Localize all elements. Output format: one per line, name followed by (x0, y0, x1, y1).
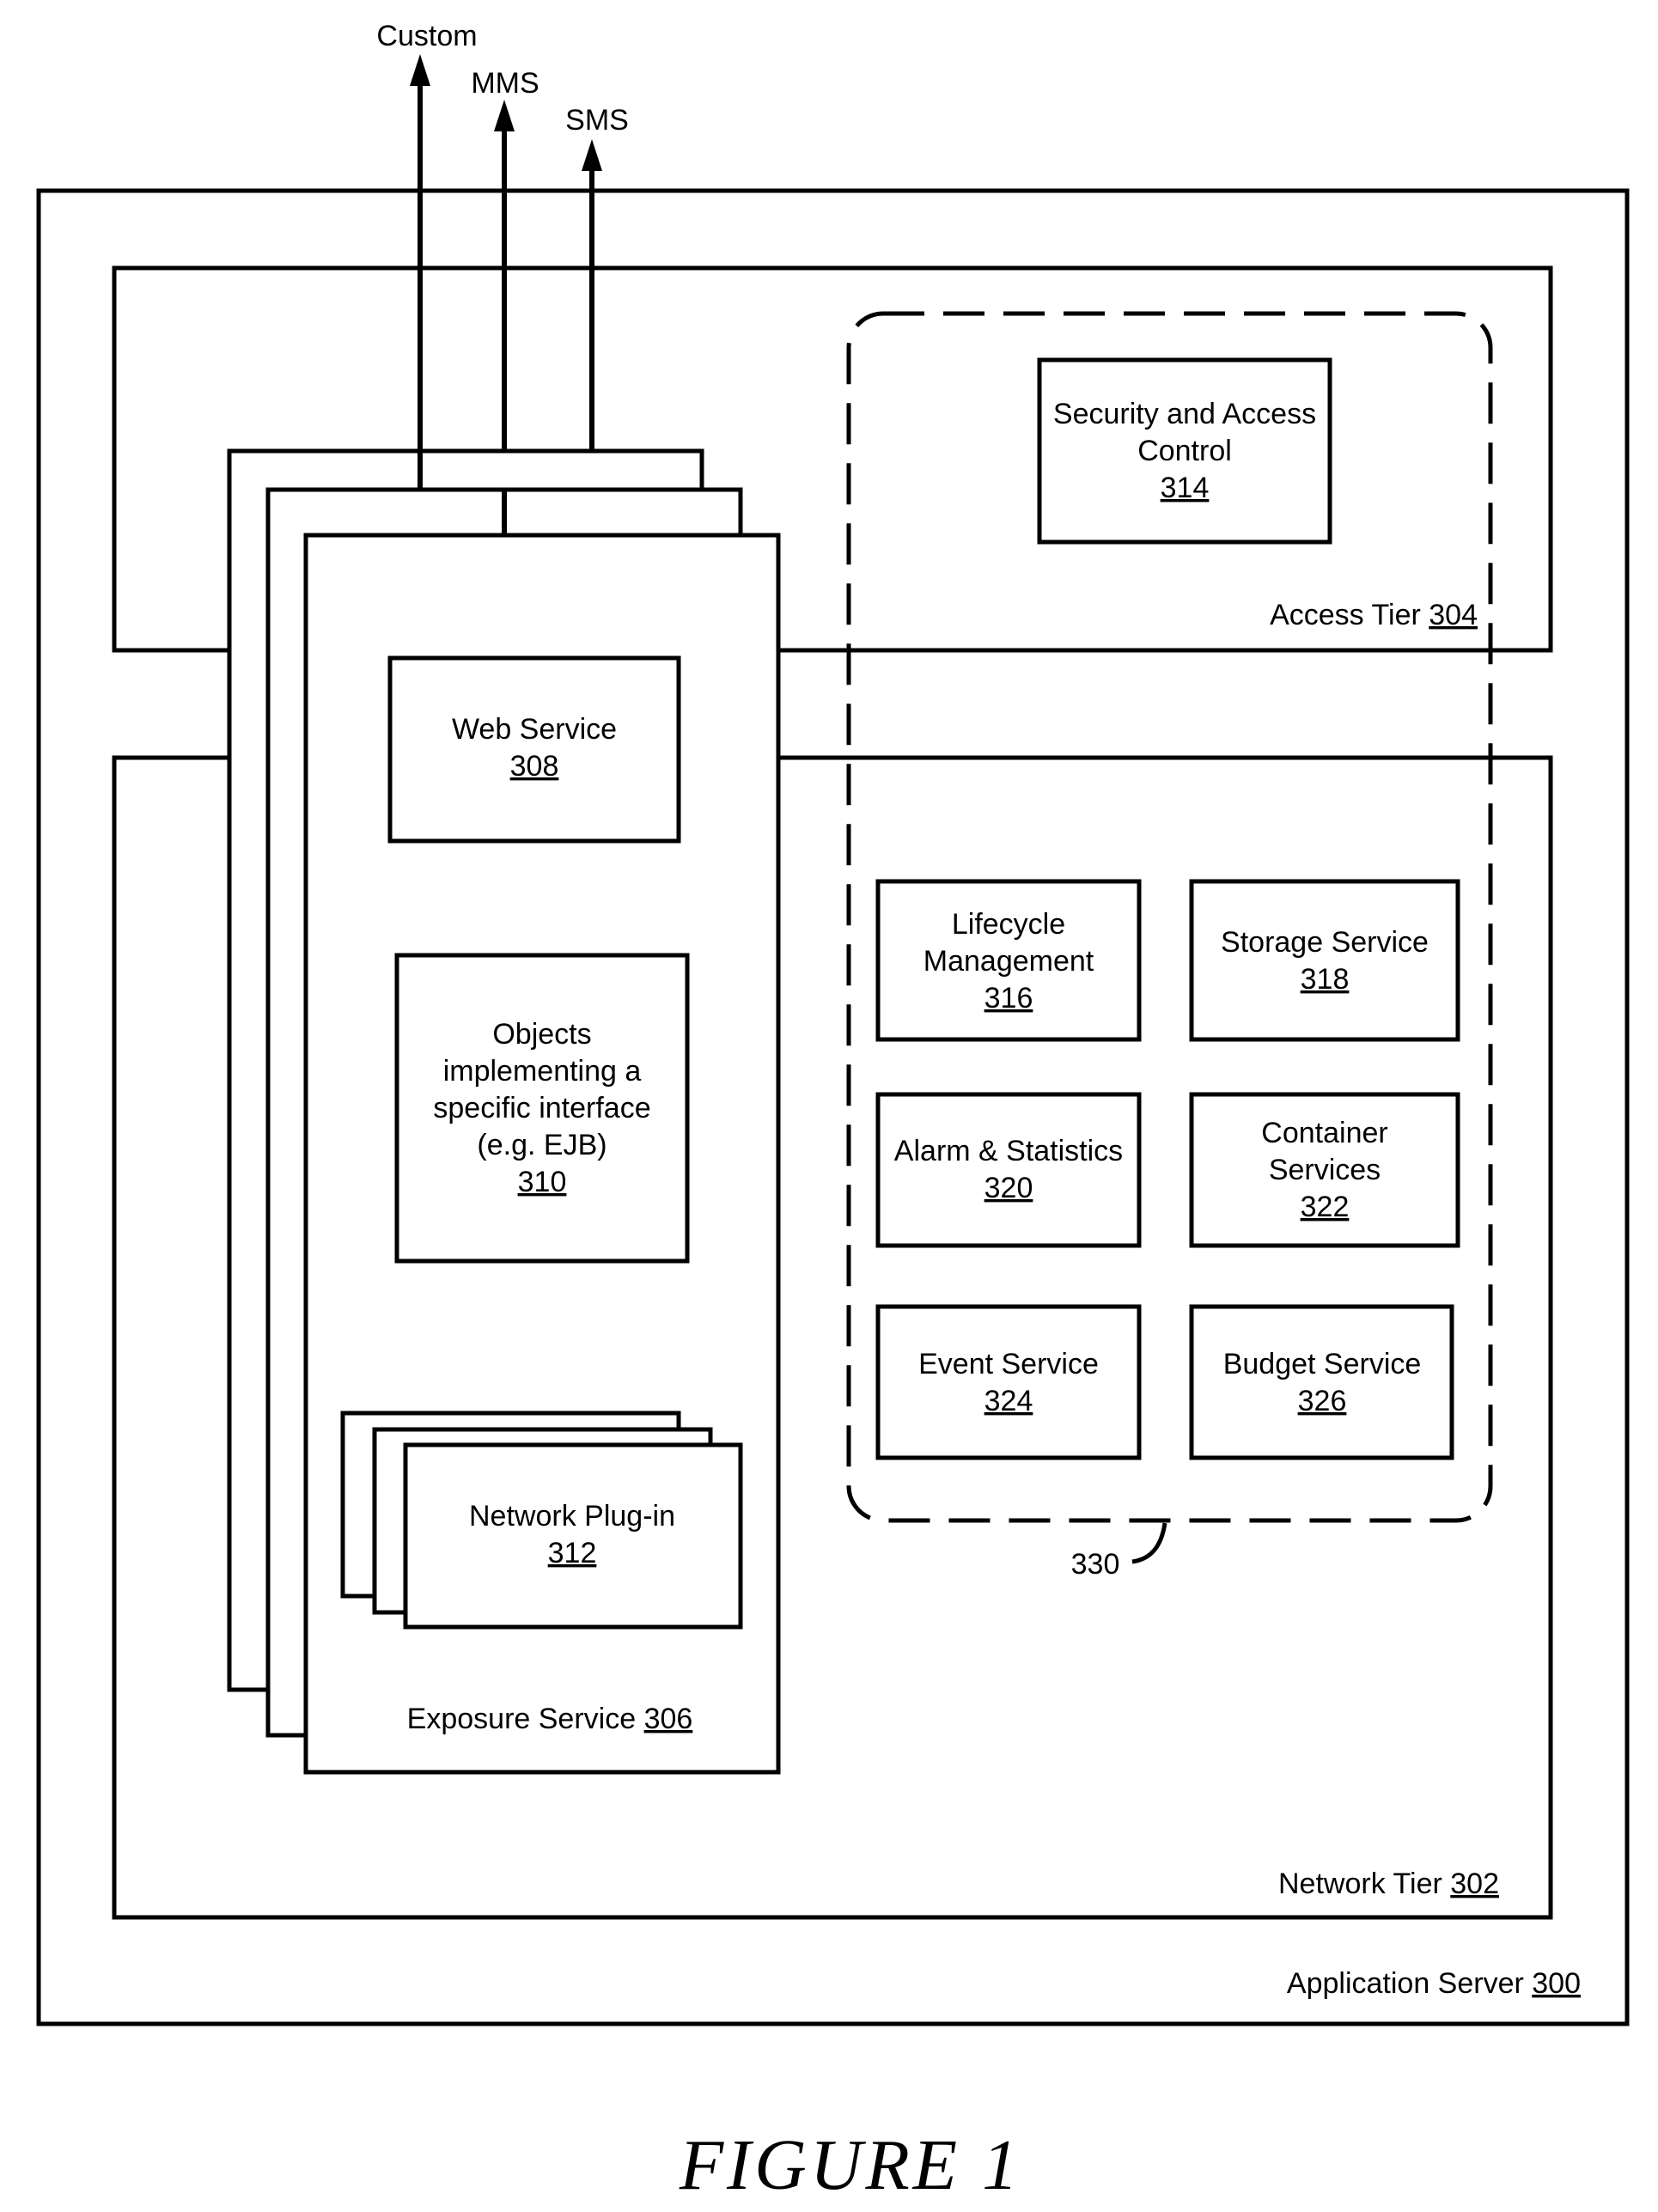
network-plugin-ref: 312 (548, 1537, 597, 1569)
objects-ref: 310 (518, 1166, 567, 1198)
network-plugin-box-front (403, 1442, 743, 1630)
event-service-ref: 324 (984, 1385, 1033, 1417)
lifecycle-label-line-2: Management (923, 945, 1094, 978)
application-server-label-text: Application Server (1287, 1967, 1532, 2000)
architecture-diagram: Custom MMS SMS Web Service 308 Objects i… (36, 20, 1630, 2205)
access-tier-ref: 304 (1429, 599, 1478, 631)
service-lifecycle-316: Lifecycle Management 316 (875, 879, 1142, 1042)
objects-label-line-4: (e.g. EJB) (477, 1129, 607, 1161)
security-ref: 314 (1161, 472, 1210, 504)
service-alarm-statistics-320: Alarm & Statistics 320 (875, 1092, 1142, 1248)
service-event-324: Event Service 324 (875, 1304, 1142, 1460)
mms-output-label: MMS (471, 67, 539, 100)
sms-arrowhead-icon (582, 139, 602, 171)
application-server-label: Application Server 300 (1287, 1967, 1581, 2000)
objects-label-line-2: implementing a (443, 1055, 642, 1088)
custom-output-label: Custom (376, 20, 477, 52)
application-server-ref: 300 (1532, 1967, 1581, 2000)
storage-ref: 318 (1301, 963, 1350, 996)
service-container-322: Container Services 322 (1189, 1092, 1460, 1248)
container-ref: 322 (1301, 1191, 1350, 1223)
event-service-box (875, 1304, 1142, 1460)
exposure-service-label-text: Exposure Service (407, 1703, 644, 1735)
budget-service-label: Budget Service (1223, 1348, 1422, 1380)
network-tier-ref: 302 (1450, 1868, 1499, 1900)
network-plugin-312: Network Plug-in 312 (340, 1411, 743, 1630)
storage-label: Storage Service (1221, 926, 1429, 959)
web-service-308: Web Service 308 (387, 655, 681, 844)
objects-310: Objects implementing a specific interfac… (394, 953, 690, 1264)
budget-service-box (1189, 1304, 1454, 1460)
network-plugin-label: Network Plug-in (469, 1500, 675, 1533)
objects-label-line-3: specific interface (433, 1092, 650, 1124)
lifecycle-ref: 316 (984, 982, 1033, 1015)
alarm-statistics-label: Alarm & Statistics (894, 1135, 1123, 1167)
security-label-line-2: Control (1137, 435, 1232, 467)
security-label-line-1: Security and Access (1053, 398, 1316, 430)
lifecycle-label-line-1: Lifecycle (952, 908, 1065, 941)
service-storage-318: Storage Service 318 (1189, 879, 1460, 1042)
container-label-line-1: Container (1261, 1117, 1387, 1149)
network-tier-label: Network Tier 302 (1278, 1868, 1499, 1900)
web-service-label: Web Service (452, 713, 617, 746)
exposure-service-label: Exposure Service 306 (407, 1703, 693, 1735)
storage-box (1189, 879, 1460, 1042)
alarm-statistics-box (875, 1092, 1142, 1248)
custom-arrowhead-icon (410, 54, 430, 86)
services-group-ref: 330 (1071, 1548, 1120, 1581)
service-budget-326: Budget Service 326 (1189, 1304, 1454, 1460)
exposure-service-ref: 306 (644, 1703, 693, 1735)
alarm-statistics-ref: 320 (984, 1172, 1033, 1204)
access-tier-label: Access Tier 304 (1270, 599, 1478, 631)
security-access-control-314: Security and Access Control 314 (1037, 357, 1332, 545)
figure-caption: FIGURE 1 (679, 2125, 1021, 2205)
web-service-ref: 308 (510, 750, 559, 783)
container-label-line-2: Services (1269, 1154, 1381, 1186)
mms-arrowhead-icon (494, 100, 515, 131)
network-tier-label-text: Network Tier (1278, 1868, 1450, 1900)
objects-label-line-1: Objects (492, 1018, 591, 1051)
event-service-label: Event Service (918, 1348, 1099, 1380)
sms-output-label: SMS (565, 104, 629, 137)
budget-service-ref: 326 (1298, 1385, 1347, 1417)
access-tier-label-text: Access Tier (1270, 599, 1429, 631)
